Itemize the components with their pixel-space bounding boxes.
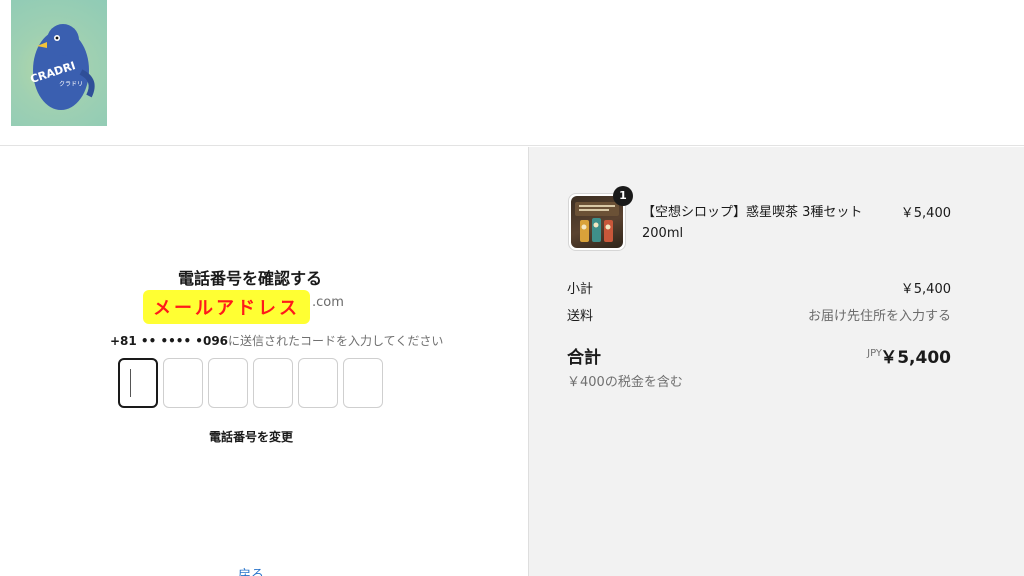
- code-sent-message: +81 •• •••• •096に送信されたコードを入力してください: [110, 332, 443, 349]
- change-phone-button[interactable]: 電話番号を変更: [0, 428, 502, 445]
- email-domain: .com: [312, 295, 344, 310]
- subtotal-value: ￥5,400: [900, 282, 951, 297]
- email-display: メールアドレス .com: [143, 290, 344, 324]
- order-summary: 1 【空想シロップ】惑星喫茶 3種セット 200ml ￥5,400 小計 ￥5,…: [528, 147, 1024, 576]
- code-digit-3[interactable]: [208, 358, 248, 408]
- header: CRADRI クラドリ: [0, 0, 1024, 146]
- masked-phone-number: +81 •• •••• •096: [110, 334, 229, 348]
- product-price: ￥5,400: [900, 206, 951, 221]
- verification-code-input: [118, 358, 383, 408]
- product-bottles-icon: [575, 202, 619, 242]
- quantity-badge: 1: [613, 186, 633, 206]
- product-image: [571, 196, 623, 248]
- text-caret: [130, 369, 131, 397]
- code-sent-text: に送信されたコードを入力してください: [228, 334, 444, 348]
- total-label: 合計: [567, 348, 601, 368]
- svg-text:クラドリ: クラドリ: [59, 81, 83, 88]
- code-digit-1[interactable]: [118, 358, 158, 408]
- subtotal-label: 小計: [567, 282, 594, 297]
- code-digit-6[interactable]: [343, 358, 383, 408]
- shipping-value: お届け先住所を入力する: [807, 309, 951, 324]
- shipping-label: 送料: [567, 309, 594, 324]
- code-digit-5[interactable]: [298, 358, 338, 408]
- back-link[interactable]: 戻る: [0, 564, 502, 576]
- code-digit-2[interactable]: [163, 358, 203, 408]
- code-digit-4[interactable]: [253, 358, 293, 408]
- store-logo[interactable]: CRADRI クラドリ: [11, 0, 107, 126]
- total-value: ￥5,400: [880, 348, 951, 368]
- tax-note: ￥400の税金を含む: [567, 375, 683, 390]
- verification-panel: 電話番号を確認する メールアドレス .com +81 •• •••• •096に…: [0, 147, 528, 576]
- bird-logo-icon: CRADRI クラドリ: [29, 24, 95, 110]
- page-title: 電話番号を確認する: [177, 269, 322, 288]
- email-masked: メールアドレス: [143, 290, 310, 324]
- product-name: 【空想シロップ】惑星喫茶 3種セット 200ml: [642, 205, 863, 241]
